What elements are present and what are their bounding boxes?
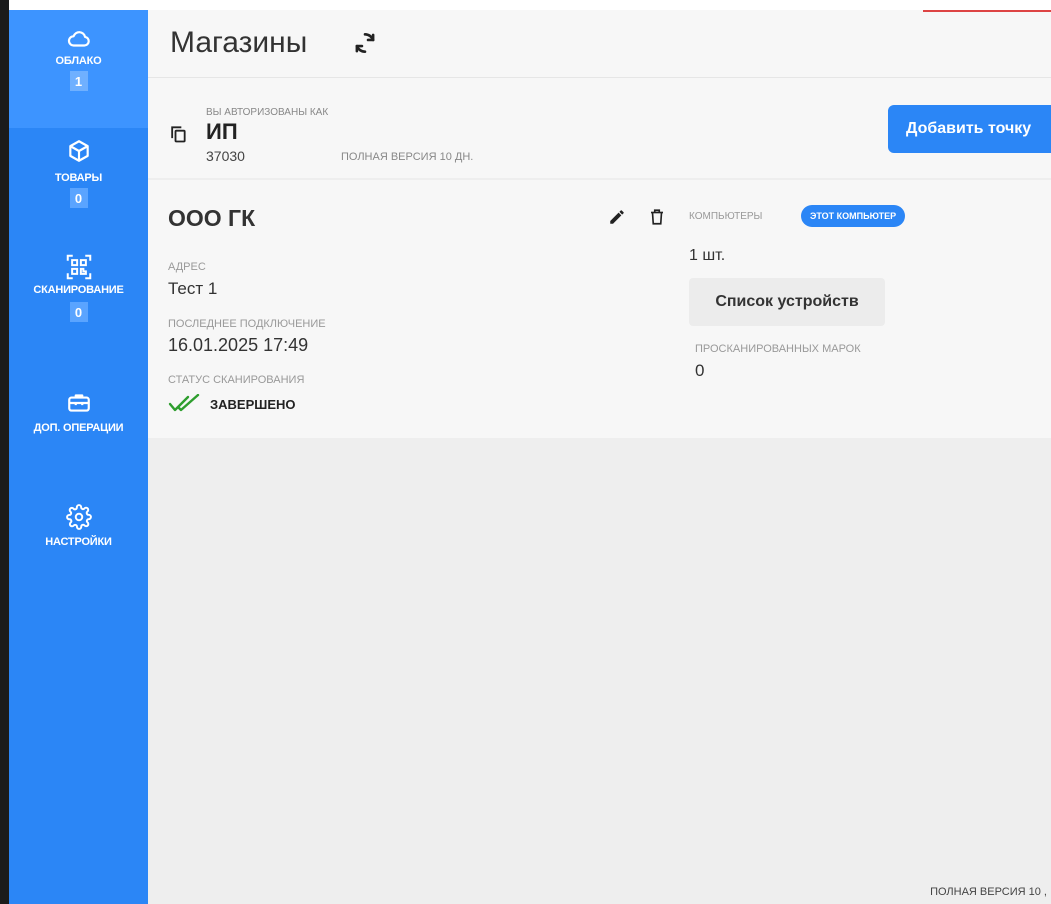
pencil-icon[interactable] xyxy=(608,208,626,226)
sidebar-item-scanning[interactable]: СКАНИРОВАНИЕ 0 xyxy=(9,252,148,322)
qr-scan-icon xyxy=(66,254,91,280)
footer-version: ПОЛНАЯ ВЕРСИЯ 10 , xyxy=(930,886,1047,898)
address-label: АДРЕС xyxy=(168,261,206,273)
add-point-button[interactable]: Добавить точку xyxy=(888,105,1051,153)
redaction-mask xyxy=(249,152,331,158)
toolbox-icon xyxy=(67,394,90,412)
sidebar-item-label: ДОП. ОПЕРАЦИИ xyxy=(33,422,124,434)
window-edge xyxy=(0,0,9,904)
this-computer-badge: ЭТОТ КОМПЬЮТЕР xyxy=(801,205,906,227)
count-badge: 0 xyxy=(69,302,88,322)
sidebar-item-products[interactable]: ТОВАРЫ 0 xyxy=(9,138,148,208)
license-version: ПОЛНАЯ ВЕРСИЯ 10 ДН. xyxy=(341,151,474,163)
copy-icon[interactable] xyxy=(168,124,188,144)
scan-status-value: ЗАВЕРШЕНО xyxy=(210,396,296,412)
scan-status: ЗАВЕРШЕНО xyxy=(168,394,296,414)
count-badge: 1 xyxy=(69,71,88,91)
scan-status-label: СТАТУС СКАНИРОВАНИЯ xyxy=(168,374,305,386)
scanned-marks-value: 0 xyxy=(695,361,705,380)
cloud-icon xyxy=(67,31,90,47)
box-icon xyxy=(68,140,89,162)
sidebar: ОБЛАКО 1 ТОВАРЫ 0 СКАНИРОВАНИЕ 0 ДОП. ОП… xyxy=(9,10,148,904)
store-name: ООО ГК xyxy=(168,205,256,231)
sidebar-item-label: ТОВАРЫ xyxy=(54,172,103,184)
count-badge: 0 xyxy=(69,188,88,208)
sidebar-item-label: СКАНИРОВАНИЕ xyxy=(33,284,124,296)
sidebar-item-label: ОБЛАКО xyxy=(55,55,102,67)
last-connection-label: ПОСЛЕДНЕЕ ПОДКЛЮЧЕНИЕ xyxy=(168,318,326,330)
scanned-marks-label: ПРОСКАНИРОВАННЫХ МАРОК xyxy=(695,343,861,355)
refresh-icon[interactable] xyxy=(352,30,378,56)
computers-label: КОМПЬЮТЕРЫ xyxy=(689,211,763,222)
address-value: Тест 1 xyxy=(168,279,218,298)
auth-panel: ВЫ АВТОРИЗОВАНЫ КАК ИП 37030 ПОЛНАЯ ВЕРС… xyxy=(148,78,1051,178)
computers-count: 1 шт. xyxy=(689,247,726,264)
device-list-button[interactable]: Список устройств xyxy=(689,278,885,326)
window-accent-line xyxy=(923,10,1051,12)
main-content: Магазины ВЫ АВТОРИЗОВАНЫ КАК ИП 37030 ПО… xyxy=(148,10,1051,904)
sidebar-item-extra-operations[interactable]: ДОП. ОПЕРАЦИИ xyxy=(9,390,148,434)
page-header: Магазины xyxy=(148,10,1051,78)
sidebar-item-cloud[interactable]: ОБЛАКО 1 xyxy=(9,10,148,128)
page-title: Магазины xyxy=(170,26,308,59)
gear-icon xyxy=(65,504,92,530)
store-card: ООО ГК АДРЕС Тест 1 ПОСЛЕДНЕЕ ПОДКЛЮЧЕНИ… xyxy=(148,180,1051,438)
auth-caption: ВЫ АВТОРИЗОВАНЫ КАК xyxy=(206,107,329,118)
sidebar-item-settings[interactable]: НАСТРОЙКИ xyxy=(9,504,148,548)
auth-inn: 37030 xyxy=(206,148,245,164)
sidebar-item-label: НАСТРОЙКИ xyxy=(45,536,112,548)
last-connection-value: 16.01.2025 17:49 xyxy=(168,335,309,355)
trash-icon[interactable] xyxy=(648,207,666,227)
double-check-icon xyxy=(168,394,200,412)
auth-user-name: ИП xyxy=(206,119,238,144)
